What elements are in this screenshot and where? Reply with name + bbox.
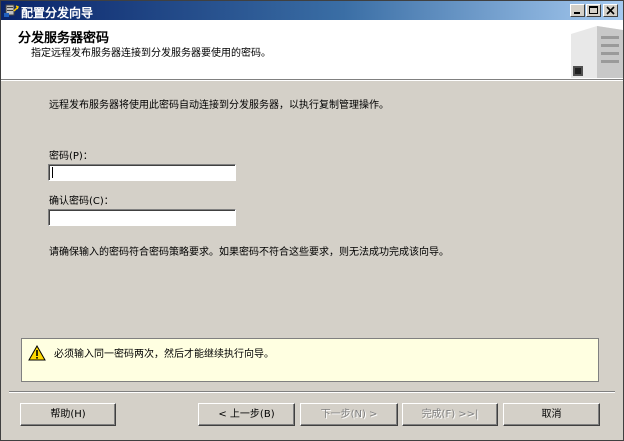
finish-button[interactable]: 完成(F) >>| bbox=[402, 403, 498, 426]
text-caret bbox=[52, 167, 53, 178]
maximize-button[interactable] bbox=[586, 4, 601, 17]
maximize-icon bbox=[589, 6, 598, 14]
title-bar[interactable]: 配置分发向导 bbox=[1, 1, 623, 20]
back-button[interactable]: < 上一步(B) bbox=[198, 403, 295, 426]
confirm-password-label: 确认密码(C)： bbox=[49, 196, 114, 207]
close-button[interactable] bbox=[603, 4, 618, 17]
help-button[interactable]: 帮助(H) bbox=[20, 403, 116, 426]
password-policy-note: 请确保输入的密码符合密码策略要求。如果密码不符合这些要求，则无法成功完成该向导。 bbox=[49, 247, 449, 258]
server-illustration-icon bbox=[571, 26, 623, 78]
close-icon bbox=[606, 6, 615, 15]
minimize-icon bbox=[574, 12, 580, 14]
confirm-password-field[interactable] bbox=[48, 209, 236, 226]
warning-icon bbox=[28, 345, 46, 361]
cancel-button[interactable]: 取消 bbox=[503, 403, 600, 426]
validation-message: 必须输入同一密码两次，然后才能继续执行向导。 bbox=[54, 349, 274, 360]
description-text: 远程发布服务器将使用此密码自动连接到分发服务器，以执行复制管理操作。 bbox=[49, 100, 389, 111]
wizard-header: 分发服务器密码 指定远程发布服务器连接到分发服务器要使用的密码。 bbox=[1, 20, 623, 79]
next-button[interactable]: 下一步(N) > bbox=[300, 403, 398, 426]
password-field[interactable] bbox=[48, 164, 236, 181]
password-label: 密码(P)： bbox=[49, 151, 93, 162]
validation-message-box: 必须输入同一密码两次，然后才能继续执行向导。 bbox=[21, 338, 599, 382]
page-subtitle: 指定远程发布服务器连接到分发服务器要使用的密码。 bbox=[31, 48, 271, 59]
header-divider bbox=[1, 79, 623, 81]
wizard-app-icon bbox=[4, 4, 19, 17]
minimize-button[interactable] bbox=[570, 4, 585, 17]
footer-divider bbox=[9, 391, 615, 393]
wizard-window: 配置分发向导 分发服务器密码 指定远程发布服务器连接到分发服务器要使用的密码。 … bbox=[0, 0, 624, 441]
window-title: 配置分发向导 bbox=[21, 6, 94, 20]
